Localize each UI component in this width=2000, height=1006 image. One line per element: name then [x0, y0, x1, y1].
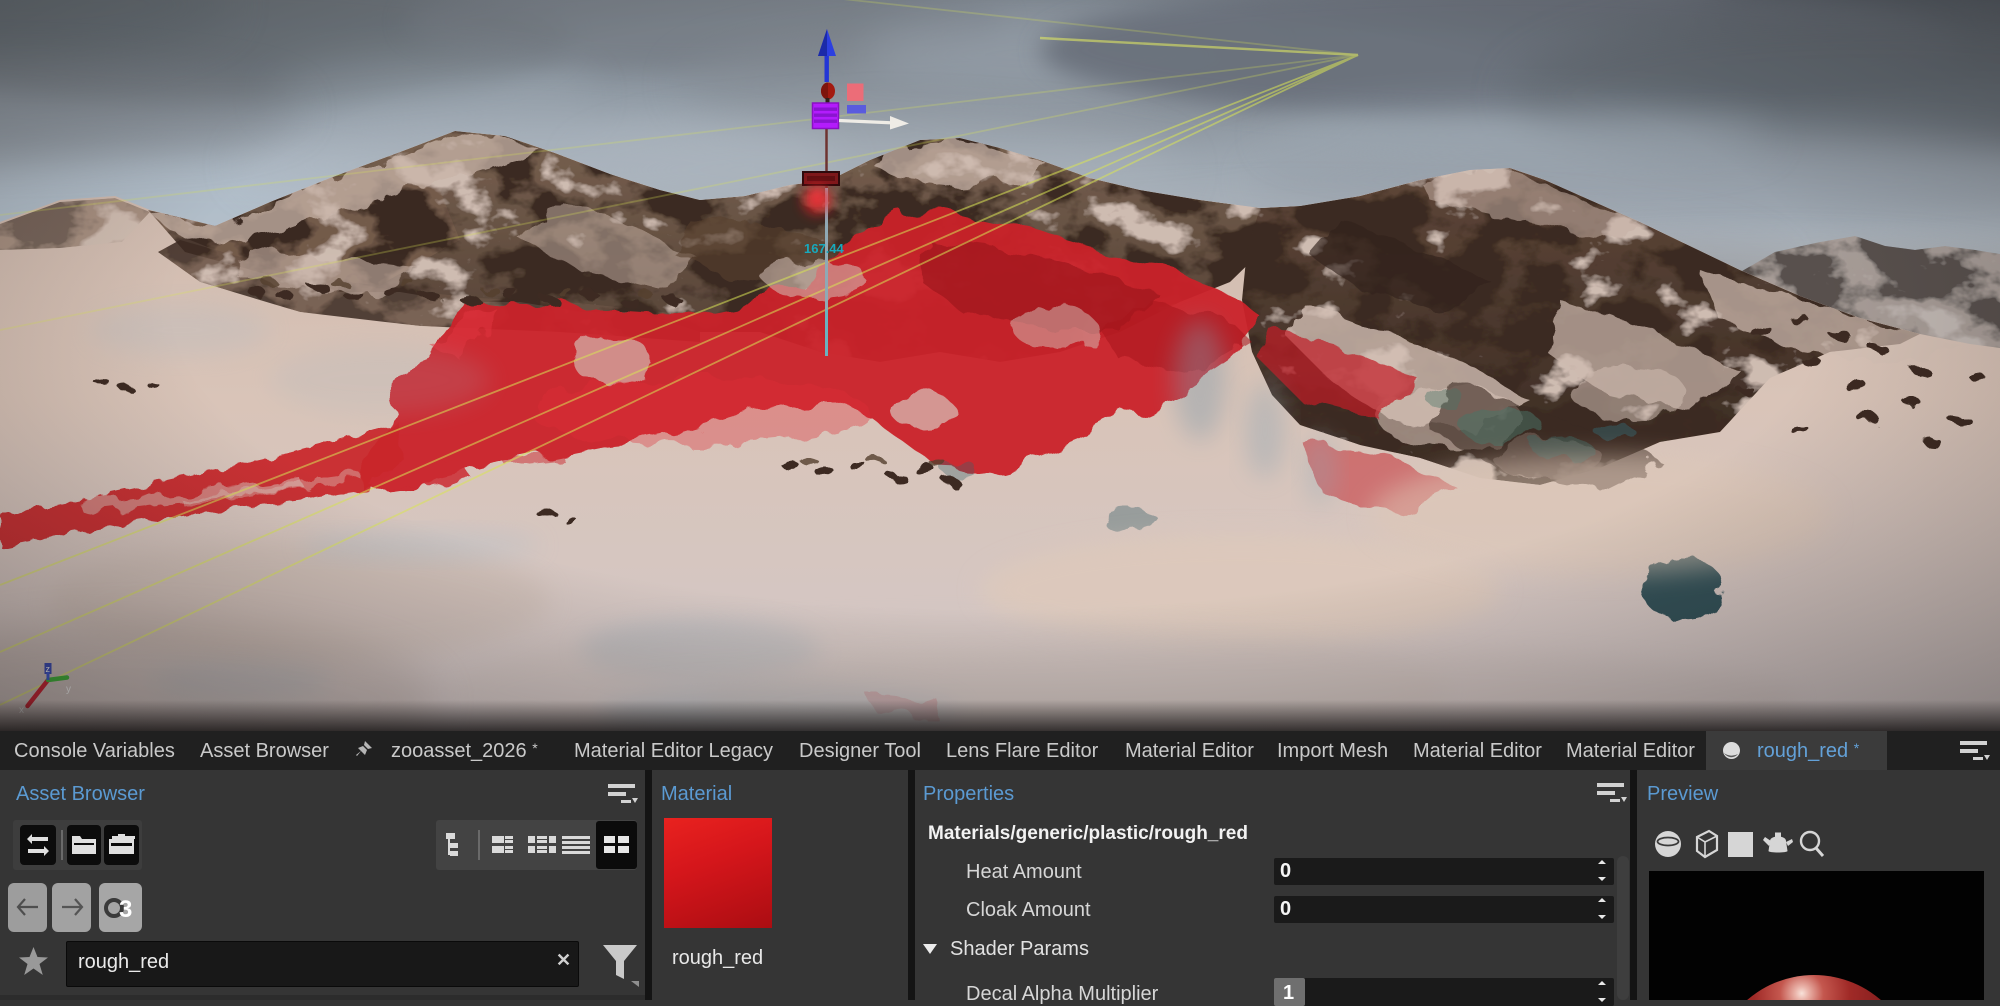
svg-text:3: 3 — [119, 896, 132, 922]
